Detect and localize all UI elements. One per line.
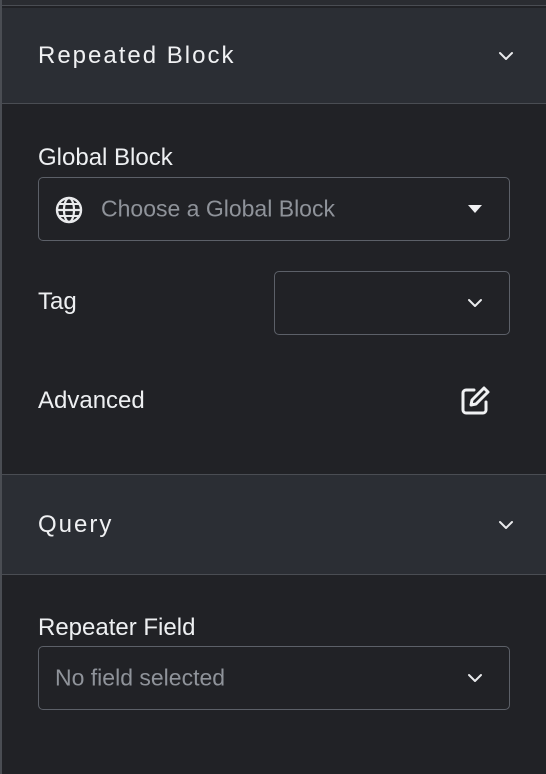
chevron-down-icon[interactable]: [498, 51, 514, 61]
query-title: Query: [38, 510, 114, 538]
chevron-down-icon[interactable]: [498, 520, 514, 530]
chevron-down-icon: [468, 299, 482, 307]
advanced-label: Advanced: [38, 387, 145, 414]
globe-icon: [55, 196, 83, 224]
tag-select[interactable]: [274, 271, 510, 335]
panel-top-edge: [2, 0, 546, 6]
query-section-header[interactable]: Query: [2, 475, 546, 575]
global-block-placeholder: Choose a Global Block: [101, 195, 335, 222]
repeater-field-label: Repeater Field: [38, 614, 196, 641]
tag-label: Tag: [38, 288, 77, 315]
repeated-block-title: Repeated Block: [38, 41, 236, 69]
edit-icon[interactable]: [458, 384, 492, 418]
settings-panel: Repeated Block Global Block Choose a Glo…: [0, 0, 546, 774]
caret-down-icon: [468, 205, 482, 213]
repeater-field-placeholder: No field selected: [55, 664, 226, 691]
global-block-label: Global Block: [38, 144, 173, 171]
global-block-select[interactable]: Choose a Global Block: [38, 177, 510, 241]
chevron-down-icon: [468, 674, 482, 682]
repeater-field-select[interactable]: No field selected: [38, 646, 510, 710]
repeated-block-section-header[interactable]: Repeated Block: [2, 8, 546, 104]
